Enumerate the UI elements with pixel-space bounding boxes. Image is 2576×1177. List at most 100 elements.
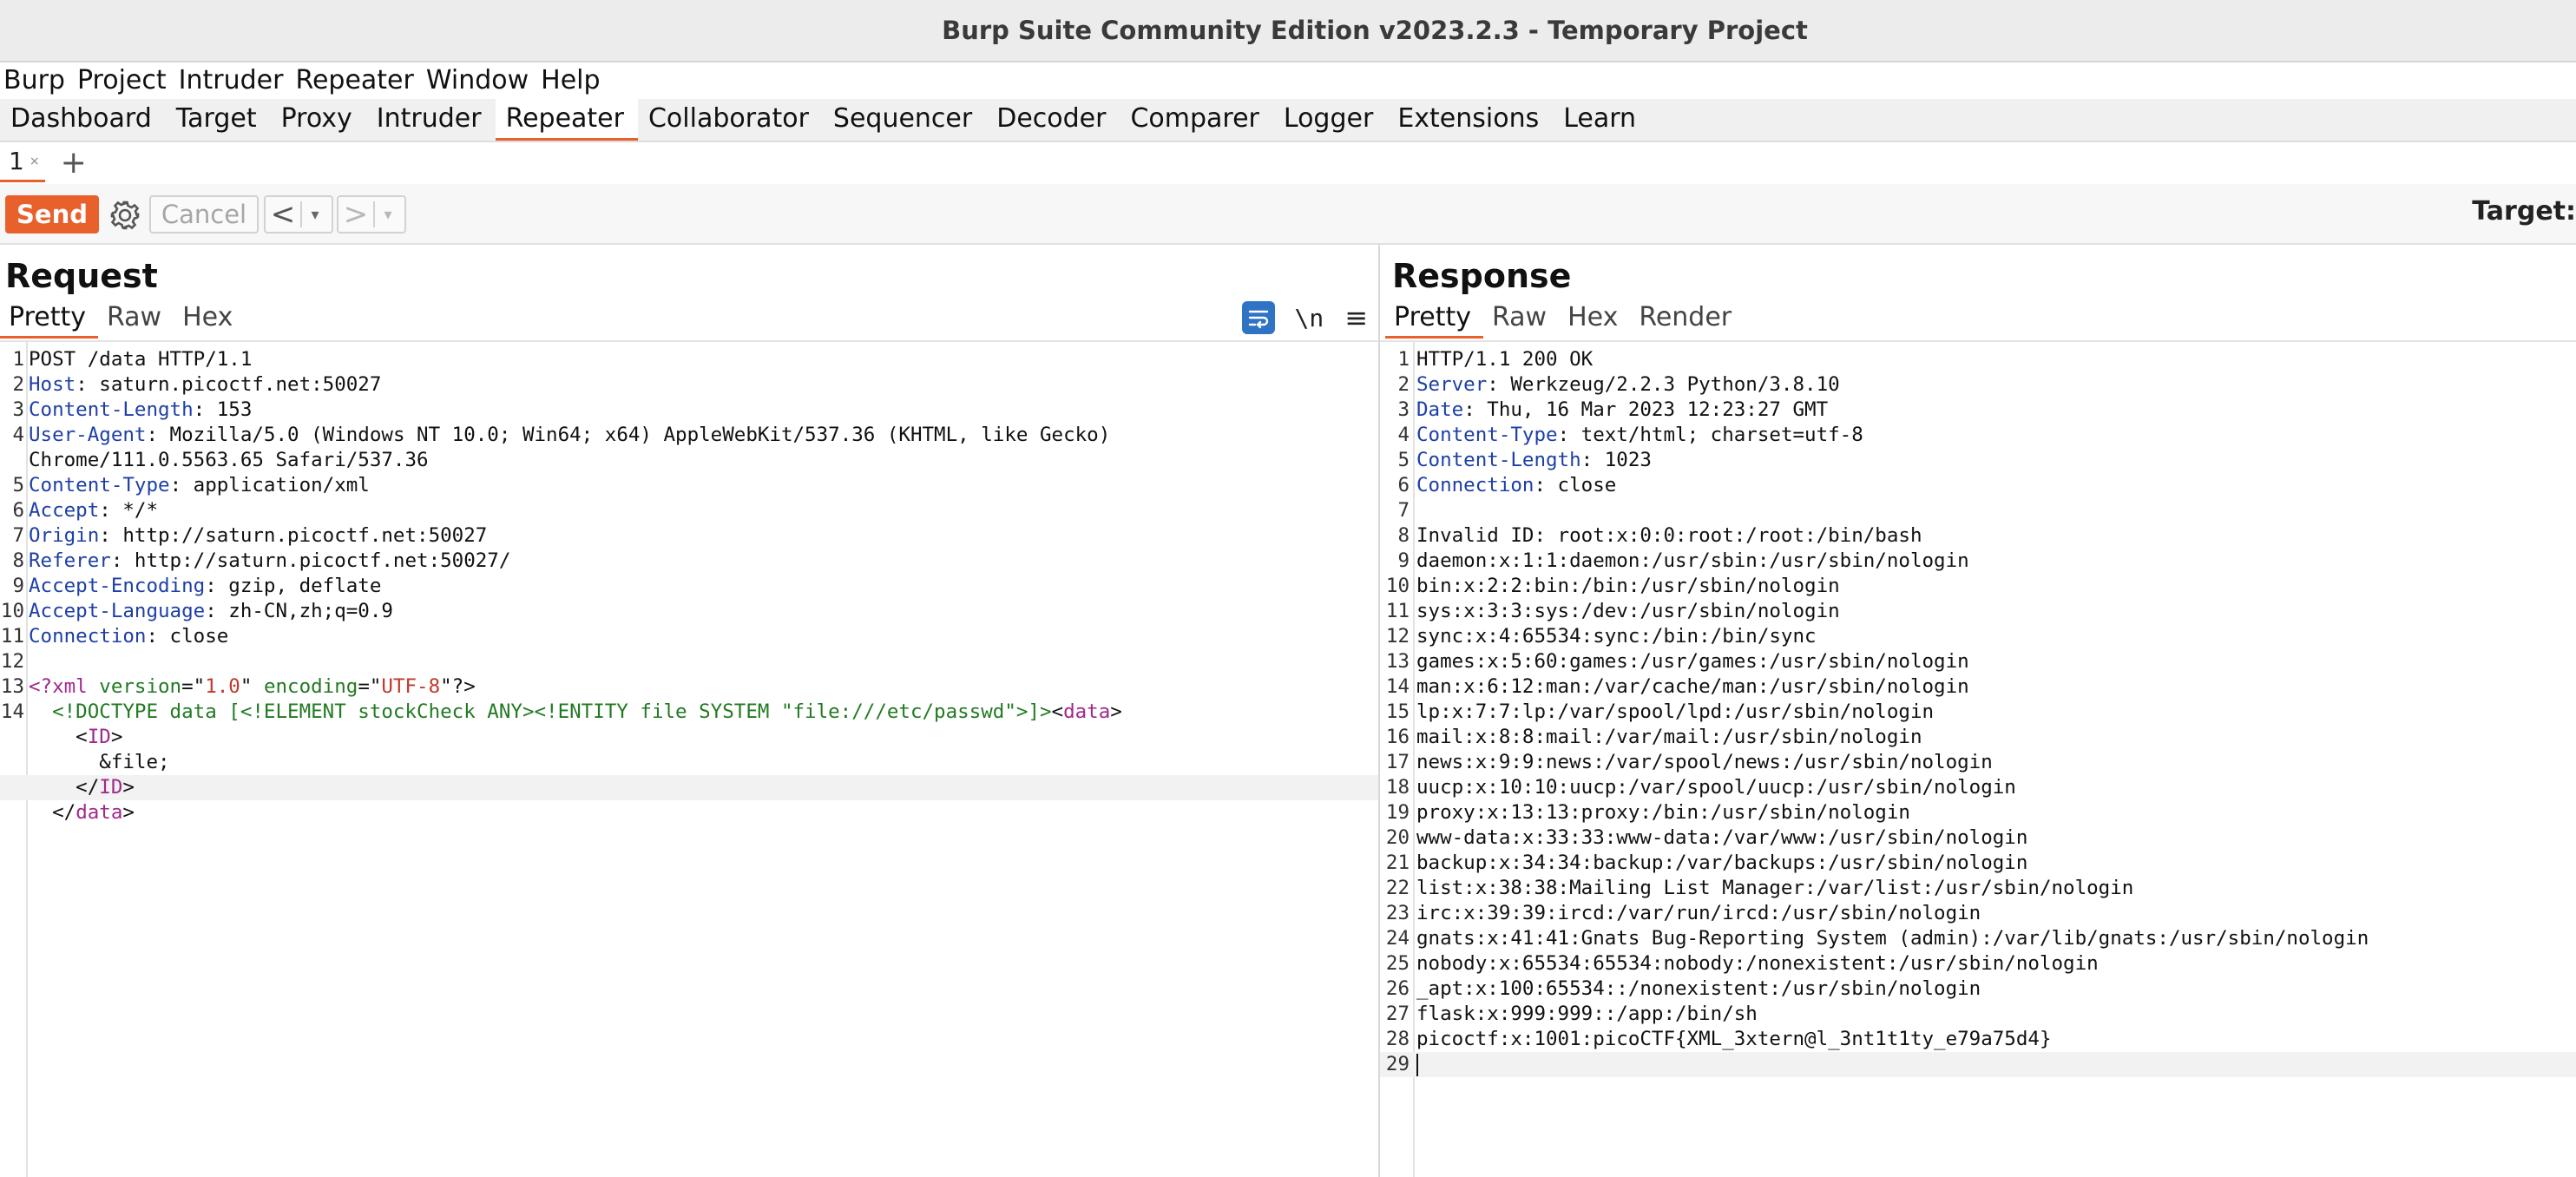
code-token: HTTP/1.1 200 OK bbox=[1416, 348, 1594, 371]
request-line-text: Referer: http://saturn.picoctf.net:50027… bbox=[29, 549, 510, 574]
repeater-toolbar: Send Cancel < ▾ > ▾ Target: bbox=[0, 184, 2576, 245]
response-line-text: lp:x:7:7:lp:/var/spool/lpd:/usr/sbin/nol… bbox=[1416, 700, 1934, 725]
line-number: 9 bbox=[12, 575, 24, 597]
gear-icon[interactable] bbox=[106, 196, 144, 234]
header-name: Date bbox=[1416, 398, 1464, 421]
line-number: 10 bbox=[1385, 575, 1410, 597]
forward-dropdown-icon[interactable]: ▾ bbox=[375, 206, 401, 224]
request-line-text: <ID> bbox=[29, 725, 122, 750]
response-line: 3 Date: Thu, 16 Mar 2023 12:23:27 GMT bbox=[1380, 398, 2576, 423]
request-line-text: POST /data HTTP/1.1 bbox=[29, 347, 252, 372]
request-line: 3 Content-Length: 153 bbox=[0, 398, 1378, 423]
menu-repeater[interactable]: Repeater bbox=[292, 65, 417, 95]
code-token: &file; bbox=[29, 751, 170, 773]
word-wrap-icon[interactable] bbox=[1242, 301, 1276, 334]
menu-project[interactable]: Project bbox=[74, 65, 170, 95]
response-line: 27 flask:x:999:999::/app:/bin/sh bbox=[1380, 1002, 2576, 1027]
tab-logger[interactable]: Logger bbox=[1273, 99, 1387, 141]
code-token: : close bbox=[1534, 474, 1617, 496]
line-number: 8 bbox=[1397, 524, 1410, 547]
back-dropdown-icon[interactable]: ▾ bbox=[302, 206, 328, 224]
line-number: 27 bbox=[1385, 1003, 1410, 1025]
code-token: encoding bbox=[263, 675, 358, 698]
header-name: Accept-Encoding bbox=[29, 575, 206, 597]
tab-sequencer[interactable]: Sequencer bbox=[823, 99, 986, 141]
line-number: 10 bbox=[0, 600, 24, 622]
response-tab-pretty[interactable]: Pretty bbox=[1385, 299, 1483, 339]
code-token: proxy:x:13:13:proxy:/bin:/usr/sbin/nolog… bbox=[1416, 801, 1910, 824]
response-line-text: bin:x:2:2:bin:/bin:/usr/sbin/nologin bbox=[1416, 574, 1840, 599]
tab-target[interactable]: Target bbox=[166, 99, 271, 141]
code-token: : saturn.picoctf.net:50027 bbox=[76, 373, 382, 396]
line-number: 3 bbox=[1397, 398, 1410, 421]
request-tab-hex[interactable]: Hex bbox=[174, 299, 245, 339]
menu-help[interactable]: Help bbox=[537, 65, 603, 95]
close-icon[interactable]: × bbox=[30, 155, 40, 168]
response-line: 12 sync:x:4:65534:sync:/bin:/bin/sync bbox=[1380, 624, 2576, 649]
tab-learn[interactable]: Learn bbox=[1553, 99, 1650, 141]
tab-intruder[interactable]: Intruder bbox=[366, 99, 496, 141]
back-arrow-icon[interactable]: < bbox=[266, 197, 300, 232]
cancel-button[interactable]: Cancel bbox=[149, 195, 259, 233]
line-number: 12 bbox=[1385, 625, 1410, 648]
request-tab-pretty[interactable]: Pretty bbox=[0, 299, 98, 339]
line-number: 7 bbox=[12, 524, 24, 547]
repeater-tab-label: 1 bbox=[9, 147, 24, 175]
request-line: </ID> bbox=[0, 775, 1378, 800]
line-number: 15 bbox=[1385, 700, 1410, 723]
response-editor[interactable]: 1 HTTP/1.1 200 OK 2 Server: Werkzeug/2.2.3 … bbox=[1380, 342, 2576, 1177]
send-button[interactable]: Send bbox=[5, 195, 99, 233]
code-token: mail:x:8:8:mail:/var/mail:/usr/sbin/nolo… bbox=[1416, 726, 1922, 748]
tab-extensions[interactable]: Extensions bbox=[1387, 99, 1553, 141]
code-token: <!DOCTYPE data [<!ELEMENT stockCheck ANY… bbox=[52, 700, 1052, 723]
request-line: </data> bbox=[0, 800, 1378, 825]
request-editor[interactable]: 1 POST /data HTTP/1.1 2 Host: saturn.picoct… bbox=[0, 342, 1378, 1177]
response-line: 25 nobody:x:65534:65534:nobody:/nonexiste… bbox=[1380, 951, 2576, 976]
request-tab-raw[interactable]: Raw bbox=[98, 299, 174, 339]
tab-collaborator[interactable]: Collaborator bbox=[638, 99, 823, 141]
code-token: > bbox=[1110, 700, 1122, 723]
code-token: =" bbox=[358, 675, 382, 698]
response-line-text: sync:x:4:65534:sync:/bin:/bin/sync bbox=[1416, 624, 1817, 649]
newline-toggle-icon[interactable]: \n bbox=[1294, 304, 1324, 332]
line-number: 8 bbox=[12, 549, 24, 572]
request-line: 10 Accept-Language: zh-CN,zh;q=0.9 bbox=[0, 599, 1378, 624]
menu-icon[interactable]: ≡ bbox=[1344, 301, 1368, 334]
code-token: : close bbox=[146, 625, 229, 648]
tab-dashboard[interactable]: Dashboard bbox=[0, 99, 166, 141]
tab-proxy[interactable]: Proxy bbox=[271, 99, 366, 141]
response-line: 2 Server: Werkzeug/2.2.3 Python/3.8.10 bbox=[1380, 372, 2576, 398]
header-name: Accept bbox=[29, 499, 100, 522]
tab-repeater[interactable]: Repeater bbox=[495, 99, 638, 141]
code-token: : application/xml bbox=[169, 474, 370, 496]
request-line: 13 <?xml version="1.0" encoding="UTF-8"?> bbox=[0, 674, 1378, 700]
code-token: </ bbox=[29, 801, 76, 824]
request-line-text: <?xml version="1.0" encoding="UTF-8"?> bbox=[29, 674, 476, 700]
header-name: Origin bbox=[29, 524, 100, 547]
menu-burp[interactable]: Burp bbox=[0, 65, 69, 95]
forward-arrow-icon[interactable]: > bbox=[338, 197, 373, 232]
code-token: flask:x:999:999::/app:/bin/sh bbox=[1416, 1003, 1758, 1025]
response-line: 23 irc:x:39:39:ircd:/var/run/ircd:/usr/sb… bbox=[1380, 901, 2576, 926]
request-line-text: Connection: close bbox=[29, 624, 228, 649]
code-token: : 1023 bbox=[1580, 449, 1652, 471]
menu-intruder[interactable]: Intruder bbox=[175, 65, 287, 95]
header-name: Content-Type bbox=[1416, 424, 1558, 446]
request-lines: 1 POST /data HTTP/1.1 2 Host: saturn.picoct… bbox=[0, 347, 1378, 825]
response-tab-hex[interactable]: Hex bbox=[1559, 299, 1630, 339]
line-number: 28 bbox=[1385, 1028, 1410, 1050]
code-token: _apt:x:100:65534::/nonexistent:/usr/sbin… bbox=[1416, 977, 1981, 1000]
response-tab-render[interactable]: Render bbox=[1630, 299, 1744, 339]
response-line: 28 picoctf:x:1001:picoCTF{XML_3xtern@l_3n… bbox=[1380, 1027, 2576, 1052]
code-token: : text/html; charset=utf-8 bbox=[1557, 424, 1863, 446]
request-line: 9 Accept-Encoding: gzip, deflate bbox=[0, 574, 1378, 599]
response-line: 19 proxy:x:13:13:proxy:/bin:/usr/sbin/nol… bbox=[1380, 800, 2576, 825]
menu-window[interactable]: Window bbox=[423, 65, 532, 95]
response-line: 5 Content-Length: 1023 bbox=[1380, 448, 2576, 473]
add-tab-icon[interactable]: + bbox=[61, 145, 87, 181]
response-tab-raw[interactable]: Raw bbox=[1483, 299, 1559, 339]
tab-decoder[interactable]: Decoder bbox=[986, 99, 1120, 141]
code-token: data bbox=[76, 801, 123, 824]
tab-comparer[interactable]: Comparer bbox=[1120, 99, 1272, 141]
repeater-tab-1[interactable]: 1 × bbox=[0, 142, 45, 182]
